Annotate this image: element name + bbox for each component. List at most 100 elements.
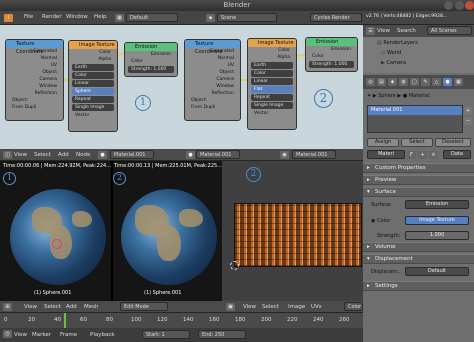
color-space-select[interactable]: Color (251, 70, 293, 77)
material-slot-list[interactable]: Material.001 (367, 105, 463, 133)
editor-type-icon[interactable]: ◫ (3, 151, 12, 159)
projection-select[interactable]: Flat (251, 86, 293, 93)
texture-coordinate-node[interactable]: Texture Coordinate Generated Normal UV O… (5, 39, 64, 121)
menu-search[interactable]: Search (397, 28, 416, 34)
color-input-selector[interactable]: Image Texture (405, 216, 469, 225)
menu-frame[interactable]: Frame (60, 332, 77, 338)
menu-view[interactable]: View (243, 304, 256, 310)
node-editor-right[interactable]: Texture Coordinate Generated Normal UV O… (181, 25, 363, 149)
unlink-icon[interactable]: × (429, 151, 438, 159)
texture-coordinate-node[interactable]: Texture Coordinate Generated Normal UV O… (184, 39, 241, 121)
from-dupli-checkbox[interactable]: From Dupli (6, 104, 63, 111)
material-tab-icon[interactable]: ● (443, 78, 452, 86)
menu-view[interactable]: View (377, 28, 390, 34)
editor-type-icon[interactable]: ☰ (366, 27, 375, 35)
panel-custom-properties[interactable]: Custom Properties (363, 163, 474, 173)
link-data-selector[interactable]: Data (443, 150, 471, 159)
screen-layout-icon[interactable]: ▦ (115, 14, 124, 22)
editor-type-icon[interactable]: ⊞ (3, 303, 12, 311)
world-tab-icon[interactable]: ◍ (399, 78, 408, 86)
node-editor-left[interactable]: Texture Coordinate Generated Normal UV O… (0, 25, 181, 149)
current-frame-indicator[interactable] (64, 313, 66, 328)
outliner-tree[interactable]: ▤ RenderLayers ◍ World ▶ Camera (363, 37, 474, 73)
timeline[interactable]: 0 20 40 60 80 100 120 140 160 180 200 22… (0, 313, 363, 342)
menu-marker[interactable]: Marker (32, 332, 51, 338)
timeline-ruler[interactable]: 0 20 40 60 80 100 120 140 160 180 200 22… (0, 313, 363, 328)
material-selector[interactable]: Material.001 (196, 150, 240, 159)
outliner-item-world[interactable]: ◍ World (363, 50, 474, 58)
maximize-icon[interactable] (455, 1, 464, 10)
deselect-button[interactable]: Deselect (435, 138, 471, 147)
uv-image-editor[interactable]: 2 (222, 161, 363, 301)
strength-field[interactable]: Strength: 1.000 (309, 61, 354, 68)
shader-type-icon[interactable]: ● (186, 151, 195, 159)
menu-file[interactable]: File (24, 14, 33, 20)
material-datablock-field[interactable]: Materi (367, 150, 405, 159)
scene-selector[interactable]: Scene (217, 13, 277, 22)
outliner-display-selector[interactable]: All Scenes (427, 26, 472, 35)
from-dupli-checkbox[interactable]: From Dupli (185, 104, 240, 111)
projection-select[interactable]: Sphere (72, 88, 114, 95)
texture-tab-icon[interactable]: ▦ (454, 78, 463, 86)
fake-user-icon[interactable]: F (407, 151, 416, 159)
menu-mesh[interactable]: Mesh (84, 304, 98, 310)
panel-preview[interactable]: Preview (363, 175, 474, 185)
emission-node[interactable]: Emission Emission Color Strength: 1.000 (305, 37, 358, 72)
material-selector[interactable]: Material.001 (292, 150, 336, 159)
add-slot-icon[interactable]: + (464, 107, 472, 115)
remove-slot-icon[interactable]: − (464, 117, 472, 125)
object-tab-icon[interactable]: ▢ (410, 78, 419, 86)
source-select[interactable]: Single Image (251, 102, 293, 109)
data-tab-icon[interactable]: △ (432, 78, 441, 86)
menu-select[interactable]: Select (34, 152, 51, 158)
2d-cursor-icon[interactable] (230, 261, 239, 270)
menu-window[interactable]: Window (66, 14, 88, 20)
material-icon[interactable]: ◉ (280, 151, 289, 159)
menu-uvs[interactable]: UVs (311, 304, 322, 310)
surface-shader-selector[interactable]: Emission (405, 200, 469, 209)
menu-select[interactable]: Select (262, 304, 279, 310)
strength-field[interactable]: Strength: 1.000 (128, 66, 174, 73)
menu-playback[interactable]: Playback (90, 332, 115, 338)
source-select[interactable]: Single Image (72, 104, 114, 111)
menu-view[interactable]: View (24, 304, 37, 310)
select-button[interactable]: Select (401, 138, 433, 147)
object-field-label[interactable]: Object: (6, 97, 63, 104)
menu-add[interactable]: Add (58, 152, 69, 158)
assign-button[interactable]: Assign (367, 138, 399, 147)
menu-add[interactable]: Add (66, 304, 77, 310)
screen-selector[interactable]: Default (126, 13, 178, 22)
display-channel-selector[interactable]: Color M (344, 302, 363, 311)
shader-type-icon[interactable]: ● (98, 151, 107, 159)
extension-select[interactable]: Repeat (251, 94, 293, 101)
image-texture-node[interactable]: Image Texture Color Alpha Earth Color Li… (247, 38, 297, 130)
emission-node[interactable]: Emission Emission Color Strength: 1.000 (124, 42, 178, 77)
panel-settings[interactable]: Settings (363, 281, 474, 291)
render-viewports[interactable]: Time:00:00.06 | Mem:224.92M, Peak:224...… (0, 161, 222, 301)
strength-field[interactable]: 1.000 (405, 231, 469, 240)
minimize-icon[interactable] (444, 1, 453, 10)
panel-displacement[interactable]: Displacement (363, 254, 474, 264)
color-space-select[interactable]: Color (72, 72, 114, 79)
end-frame-field[interactable]: End: 250 (198, 330, 246, 339)
object-field-label[interactable]: Object: (185, 97, 240, 104)
displacement-selector[interactable]: Default (405, 267, 469, 276)
close-icon[interactable] (465, 1, 474, 10)
interpolation-select[interactable]: Linear (251, 78, 293, 85)
image-texture-node[interactable]: Image Texture Color Alpha Earth Color Li… (68, 40, 118, 132)
image-selector[interactable]: Earth (251, 62, 293, 69)
modifier-tab-icon[interactable]: ✎ (421, 78, 430, 86)
image-selector[interactable]: Earth (72, 64, 114, 71)
interpolation-select[interactable]: Linear (72, 80, 114, 87)
layers-tab-icon[interactable]: ▤ (377, 78, 386, 86)
editor-type-icon[interactable]: ◷ (3, 330, 12, 338)
material-slot-item[interactable]: Material.001 (368, 106, 462, 115)
outliner-item-renderlayers[interactable]: ▤ RenderLayers (363, 40, 474, 48)
render-tab-icon[interactable]: ◎ (366, 78, 375, 86)
panel-volume[interactable]: Volume (363, 242, 474, 252)
extension-select[interactable]: Repeat (72, 96, 114, 103)
menu-image[interactable]: Image (288, 304, 305, 310)
menu-view[interactable]: View (14, 332, 27, 338)
mode-selector[interactable]: Edit Mode (120, 302, 168, 311)
menu-select[interactable]: Select (44, 304, 61, 310)
